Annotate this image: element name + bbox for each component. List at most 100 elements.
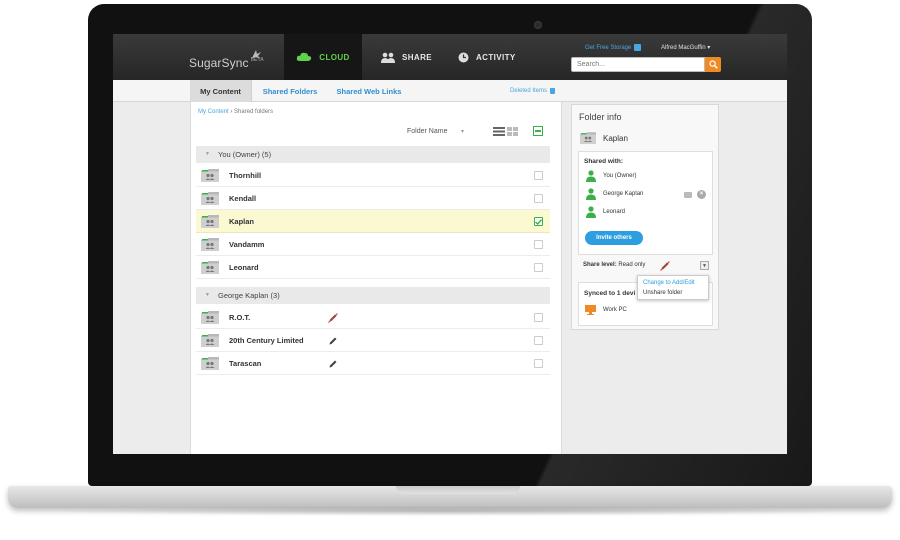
folder-row[interactable]: Kendall	[196, 187, 550, 210]
edit-pencil-icon	[329, 337, 337, 345]
folder-info-title: Folder info	[579, 112, 622, 122]
nav-activity[interactable]: ACTIVITY	[458, 34, 516, 80]
folder-row[interactable]: R.O.T.	[196, 306, 550, 329]
people-icon	[381, 52, 395, 63]
row-checkbox[interactable]	[534, 263, 543, 272]
folder-row-selected[interactable]: Kaplan	[196, 210, 550, 233]
synced-label: Synced to 1 devi	[584, 290, 636, 297]
group-header-label: George Kaplan (3)	[218, 291, 280, 300]
group-header-owner[interactable]: ▼ You (Owner) (5)	[196, 146, 550, 163]
nav-cloud[interactable]: CLOUD	[284, 34, 362, 80]
logo-bird-icon	[252, 50, 261, 59]
read-only-pencil-icon	[328, 313, 338, 323]
folder-row[interactable]: 20th Century Limited	[196, 329, 550, 352]
group-header-label: You (Owner) (5)	[218, 150, 272, 159]
person-icon	[586, 188, 596, 200]
shared-with-label: Shared with:	[584, 158, 624, 165]
checkmark-icon	[535, 218, 542, 225]
edit-pencil-icon	[329, 360, 337, 368]
shared-person: Leonard	[584, 206, 704, 220]
row-checkbox[interactable]	[534, 336, 543, 345]
shared-folder-icon	[201, 169, 219, 182]
app-screen: SugarSyncBETA CLOUD SHARE ACTIVITY Get	[113, 34, 787, 454]
search-input[interactable]	[571, 57, 705, 72]
collapse-icon: ▼	[205, 151, 210, 157]
folder-row[interactable]: Vandamm	[196, 233, 550, 256]
person-name: Leonard	[603, 209, 626, 215]
invite-others-button[interactable]: Invite others	[585, 231, 643, 245]
person-name: You (Owner)	[603, 173, 637, 179]
get-free-storage-label: Get Free Storage	[585, 44, 632, 51]
nav-share[interactable]: SHARE	[381, 34, 432, 80]
trash-icon	[550, 88, 556, 94]
top-bar: SugarSyncBETA CLOUD SHARE ACTIVITY Get	[113, 34, 787, 80]
content-tabs: My Content Shared Folders Shared Web Lin…	[113, 80, 787, 102]
folder-name: R.O.T.	[229, 312, 251, 322]
mail-icon[interactable]	[684, 192, 692, 198]
read-only-pencil-icon	[660, 261, 670, 271]
sort-dropdown[interactable]: Folder Name	[407, 128, 447, 135]
shared-folder-icon	[201, 215, 219, 228]
share-level-menu: Change to Add/Edit Unshare folder	[637, 275, 709, 300]
folder-name: Thornhill	[229, 170, 262, 180]
info-folder-name: Kaplan	[603, 134, 628, 143]
row-checkbox[interactable]	[534, 313, 543, 322]
shared-folders-panel: My Content › Shared folders Folder Name …	[190, 102, 562, 454]
nav-share-label: SHARE	[402, 52, 433, 62]
device-name[interactable]: Work PC	[603, 307, 627, 313]
folder-name: Vandamm	[229, 239, 265, 249]
tab-shared-web-links[interactable]: Shared Web Links	[330, 80, 408, 102]
grid-view-icon[interactable]	[507, 127, 518, 136]
base-notch	[396, 486, 520, 494]
shared-with-box: Shared with: You (Owner) George Kaplan ×…	[578, 151, 713, 255]
remove-person-button[interactable]: ×	[697, 190, 706, 199]
deleted-items-label: Deleted Items	[510, 88, 548, 94]
sort-caret-icon[interactable]: ▾	[461, 128, 464, 135]
cloud-icon	[297, 52, 312, 61]
shared-folder-icon	[580, 132, 596, 144]
row-checkbox[interactable]	[534, 171, 543, 180]
shared-folder-icon	[201, 238, 219, 251]
collapse-icon: ▼	[205, 292, 210, 298]
left-gutter	[113, 102, 190, 454]
group-header-george-kaplan[interactable]: ▼ George Kaplan (3)	[196, 287, 550, 304]
row-checkbox[interactable]	[534, 359, 543, 368]
shared-person: George Kaplan ×	[584, 188, 706, 202]
folder-row[interactable]: Thornhill	[196, 164, 550, 187]
row-checkbox[interactable]	[534, 194, 543, 203]
tab-my-content[interactable]: My Content	[190, 80, 252, 102]
nav-activity-label: ACTIVITY	[476, 52, 516, 62]
menu-item-unshare-folder[interactable]: Unshare folder	[643, 290, 682, 296]
folder-name: 20th Century Limited	[229, 335, 304, 345]
row-checkbox-checked[interactable]	[534, 217, 543, 226]
user-menu[interactable]: Alfred MacGuffin ▾	[661, 44, 710, 51]
webcam	[534, 21, 542, 29]
shared-folder-icon	[201, 261, 219, 274]
breadcrumb-root[interactable]: My Content	[198, 109, 229, 115]
laptop-base	[8, 486, 892, 508]
person-icon	[586, 206, 596, 218]
base-shadow	[36, 506, 864, 516]
folder-row[interactable]: Tarascan	[196, 352, 550, 375]
search-button[interactable]	[705, 57, 721, 72]
select-all-checkbox[interactable]	[533, 126, 543, 136]
folder-row[interactable]: Leonard	[196, 256, 550, 279]
shared-person: You (Owner)	[584, 170, 704, 184]
person-name: George Kaplan	[603, 191, 644, 197]
deleted-items-link[interactable]: Deleted Items	[510, 88, 556, 94]
computer-icon	[585, 305, 596, 315]
folder-name: Leonard	[229, 262, 259, 272]
shared-folder-icon	[201, 311, 219, 324]
shared-folder-icon	[201, 334, 219, 347]
share-level-label: Share level:	[583, 262, 617, 268]
shared-folder-icon	[201, 357, 219, 370]
tab-shared-folders[interactable]: Shared Folders	[254, 80, 326, 102]
list-view-icon[interactable]	[493, 127, 505, 136]
breadcrumb-current: Shared folders	[234, 109, 274, 115]
folder-name: Tarascan	[229, 358, 262, 368]
share-level-dropdown-button[interactable]: ▼	[700, 261, 709, 270]
breadcrumb-separator: ›	[230, 109, 233, 115]
get-free-storage-link[interactable]: Get Free Storage	[585, 44, 642, 51]
row-checkbox[interactable]	[534, 240, 543, 249]
menu-item-change-to-add-edit[interactable]: Change to Add/Edit	[643, 280, 695, 286]
